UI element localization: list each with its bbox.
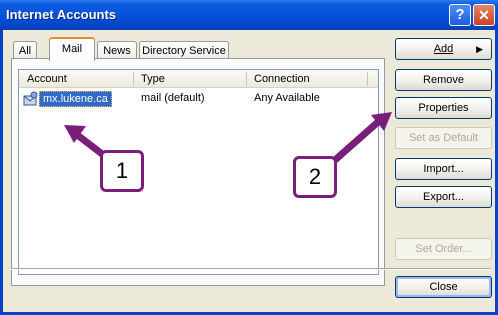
column-divider[interactable] <box>246 72 247 86</box>
column-connection[interactable]: Connection <box>254 73 310 85</box>
dialog-body: All Mail News Directory Service Account … <box>3 30 495 312</box>
properties-button[interactable]: Properties <box>395 97 492 119</box>
close-icon: ✕ <box>478 7 490 23</box>
table-row[interactable]: mx.lukene.ca mail (default) Any Availabl… <box>21 91 378 107</box>
title-bar[interactable]: Internet Accounts ? ✕ <box>0 0 498 30</box>
close-window-button[interactable]: ✕ <box>473 4 495 26</box>
window-title: Internet Accounts <box>6 7 117 22</box>
help-button[interactable]: ? <box>449 4 471 26</box>
close-button[interactable]: Close <box>395 276 492 298</box>
add-label: Add <box>433 43 454 55</box>
column-divider[interactable] <box>367 72 368 86</box>
column-account[interactable]: Account <box>27 73 67 85</box>
list-header: Account Type Connection <box>19 70 378 88</box>
set-as-default-button[interactable]: Set as Default <box>395 127 492 149</box>
mail-account-icon <box>23 91 39 107</box>
tab-mail[interactable]: Mail <box>49 37 95 61</box>
account-name: mx.lukene.ca <box>39 91 112 107</box>
divider <box>11 268 491 270</box>
submenu-arrow-icon: ▶ <box>476 44 483 54</box>
callout-2: 2 <box>293 156 337 198</box>
help-icon: ? <box>455 6 465 23</box>
remove-button[interactable]: Remove <box>395 69 492 91</box>
import-button[interactable]: Import... <box>395 158 492 180</box>
account-type: mail (default) <box>141 92 205 104</box>
account-connection: Any Available <box>254 92 320 104</box>
column-divider[interactable] <box>133 72 134 86</box>
callout-1: 1 <box>100 150 144 192</box>
set-order-button[interactable]: Set Order... <box>395 238 492 260</box>
export-button[interactable]: Export... <box>395 186 492 208</box>
internet-accounts-window: Internet Accounts ? ✕ All Mail News Dire… <box>0 0 498 315</box>
column-type[interactable]: Type <box>141 73 165 85</box>
add-button[interactable]: Add ▶ <box>395 38 492 60</box>
